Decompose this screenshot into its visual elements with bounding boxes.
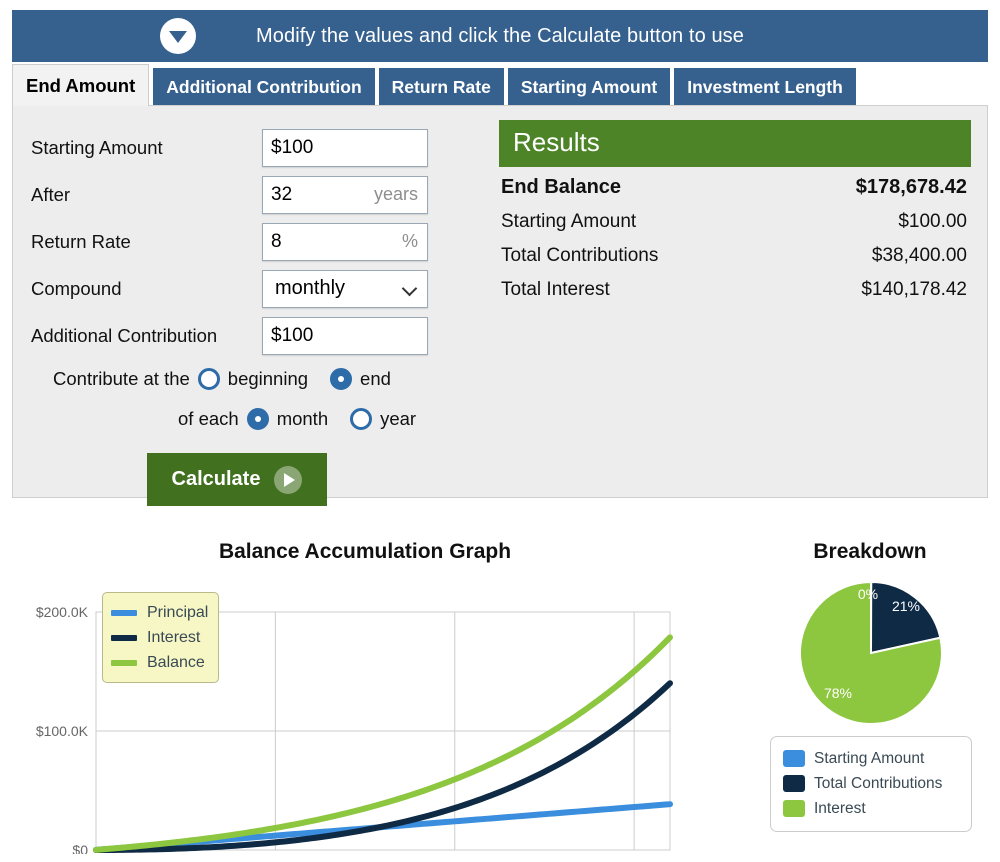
result-label-end-balance: End Balance (501, 176, 621, 199)
banner-text: Modify the values and click the Calculat… (256, 25, 744, 48)
pie-legend-label-interest: Interest (814, 800, 866, 818)
compound-select[interactable]: monthly (262, 270, 428, 308)
tab-end-amount[interactable]: End Amount (12, 64, 149, 106)
result-row-end-balance: End Balance $178,678.42 (499, 167, 971, 205)
pie-swatch-starting-amount (783, 750, 805, 767)
radio-end[interactable] (330, 368, 352, 390)
result-value-starting-amount: $100.00 (898, 211, 967, 233)
legend-item-principal: Principal (111, 600, 208, 625)
legend-item-balance: Balance (111, 650, 208, 675)
balance-accumulation-chart: Balance Accumulation Graph $0 $100.0K $200… (0, 540, 720, 854)
radio-month[interactable] (247, 408, 269, 430)
tab-additional-contribution[interactable]: Additional Contribution (153, 68, 374, 106)
each-prefix-label: of each (178, 408, 239, 430)
legend-swatch-principal (111, 610, 137, 616)
starting-amount-input[interactable]: $100 (262, 129, 428, 167)
contribute-frequency-row: of each month year (31, 399, 491, 439)
radio-beginning[interactable] (198, 368, 220, 390)
field-row-additional-contribution: Additional Contribution $100 (31, 312, 491, 359)
pie-swatch-interest (783, 800, 805, 817)
result-label-total-contributions: Total Contributions (501, 245, 658, 267)
result-value-total-contributions: $38,400.00 (872, 245, 967, 267)
pie-chart-svg: 0% 21% 78% (740, 564, 1000, 744)
label-starting-amount: Starting Amount (31, 137, 262, 159)
contribute-timing-row: Contribute at the beginning end (31, 359, 491, 399)
label-compound: Compound (31, 278, 262, 300)
result-label-starting-amount: Starting Amount (501, 211, 636, 233)
label-month: month (277, 408, 328, 430)
return-rate-value: 8 (271, 231, 282, 253)
pie-swatch-total-contributions (783, 775, 805, 792)
pie-chart-title: Breakdown (740, 540, 1000, 564)
result-value-total-interest: $140,178.42 (861, 279, 967, 301)
starting-amount-value: $100 (271, 137, 313, 159)
label-end: end (360, 368, 391, 390)
banner: Modify the values and click the Calculat… (12, 10, 988, 62)
pie-legend-item-total-contributions: Total Contributions (783, 771, 959, 796)
field-row-starting-amount: Starting Amount $100 (31, 124, 491, 171)
charts-area: Balance Accumulation Graph $0 $100.0K $200… (0, 540, 1000, 862)
input-form: Starting Amount $100 After 32 years Retu… (13, 106, 491, 497)
svg-text:$0: $0 (72, 842, 88, 854)
circle-triangle-down-icon[interactable] (160, 18, 196, 54)
calculator-panel: Starting Amount $100 After 32 years Retu… (12, 105, 988, 498)
pie-legend-label-total-contributions: Total Contributions (814, 775, 942, 793)
results-title: Results (499, 120, 971, 167)
additional-contribution-input[interactable]: $100 (262, 317, 428, 355)
tab-starting-amount[interactable]: Starting Amount (508, 68, 670, 106)
return-rate-input[interactable]: 8 % (262, 223, 428, 261)
result-value-end-balance: $178,678.42 (856, 176, 967, 199)
legend-swatch-balance (111, 660, 137, 666)
legend-item-interest: Interest (111, 625, 208, 650)
legend-label-balance: Balance (147, 654, 205, 672)
line-chart-title: Balance Accumulation Graph (10, 540, 720, 564)
legend-label-principal: Principal (147, 604, 208, 622)
pie-legend-item-interest: Interest (783, 796, 959, 821)
compound-interest-calculator: Modify the values and click the Calculat… (12, 10, 988, 498)
pie-legend-item-starting-amount: Starting Amount (783, 746, 959, 771)
tab-investment-length[interactable]: Investment Length (674, 68, 856, 106)
after-years-suffix: years (374, 184, 418, 205)
svg-text:21%: 21% (892, 598, 920, 614)
legend-swatch-interest (111, 635, 137, 641)
pie-legend: Starting Amount Total Contributions Inte… (770, 736, 972, 832)
label-year: year (380, 408, 416, 430)
svg-text:78%: 78% (824, 685, 852, 701)
label-beginning: beginning (228, 368, 308, 390)
result-row-starting-amount: Starting Amount $100.00 (499, 205, 971, 239)
field-row-compound: Compound monthly (31, 265, 491, 312)
field-row-return-rate: Return Rate 8 % (31, 218, 491, 265)
legend-label-interest: Interest (147, 629, 200, 647)
svg-text:$200.0K: $200.0K (36, 604, 89, 620)
compound-value: monthly (275, 277, 345, 300)
label-after: After (31, 184, 262, 206)
line-chart-legend: Principal Interest Balance (102, 592, 219, 683)
svg-text:$100.0K: $100.0K (36, 723, 89, 739)
label-additional-contribution: Additional Contribution (31, 325, 262, 347)
calculate-button-label: Calculate (172, 468, 261, 491)
svg-text:0%: 0% (858, 586, 878, 602)
label-return-rate: Return Rate (31, 231, 262, 253)
after-years-value: 32 (271, 184, 292, 206)
contribute-prefix-label: Contribute at the (53, 368, 190, 390)
chevron-down-icon (402, 280, 418, 296)
pie-legend-label-starting-amount: Starting Amount (814, 750, 924, 768)
calculate-button-wrap: Calculate (31, 439, 491, 506)
play-icon (274, 466, 302, 494)
result-row-total-contributions: Total Contributions $38,400.00 (499, 239, 971, 273)
result-row-total-interest: Total Interest $140,178.42 (499, 273, 971, 307)
additional-contribution-value: $100 (271, 325, 313, 347)
result-label-total-interest: Total Interest (501, 279, 610, 301)
field-row-after: After 32 years (31, 171, 491, 218)
breakdown-chart: Breakdown 0%21%78% Starting Amount Total… (740, 540, 1000, 744)
results-panel: Results End Balance $178,678.42 Starting… (491, 106, 987, 497)
after-years-input[interactable]: 32 years (262, 176, 428, 214)
calculate-button[interactable]: Calculate (147, 453, 327, 506)
tab-bar: End Amount Additional Contribution Retur… (12, 64, 988, 106)
return-rate-suffix: % (402, 231, 418, 252)
tab-return-rate[interactable]: Return Rate (379, 68, 504, 106)
radio-year[interactable] (350, 408, 372, 430)
